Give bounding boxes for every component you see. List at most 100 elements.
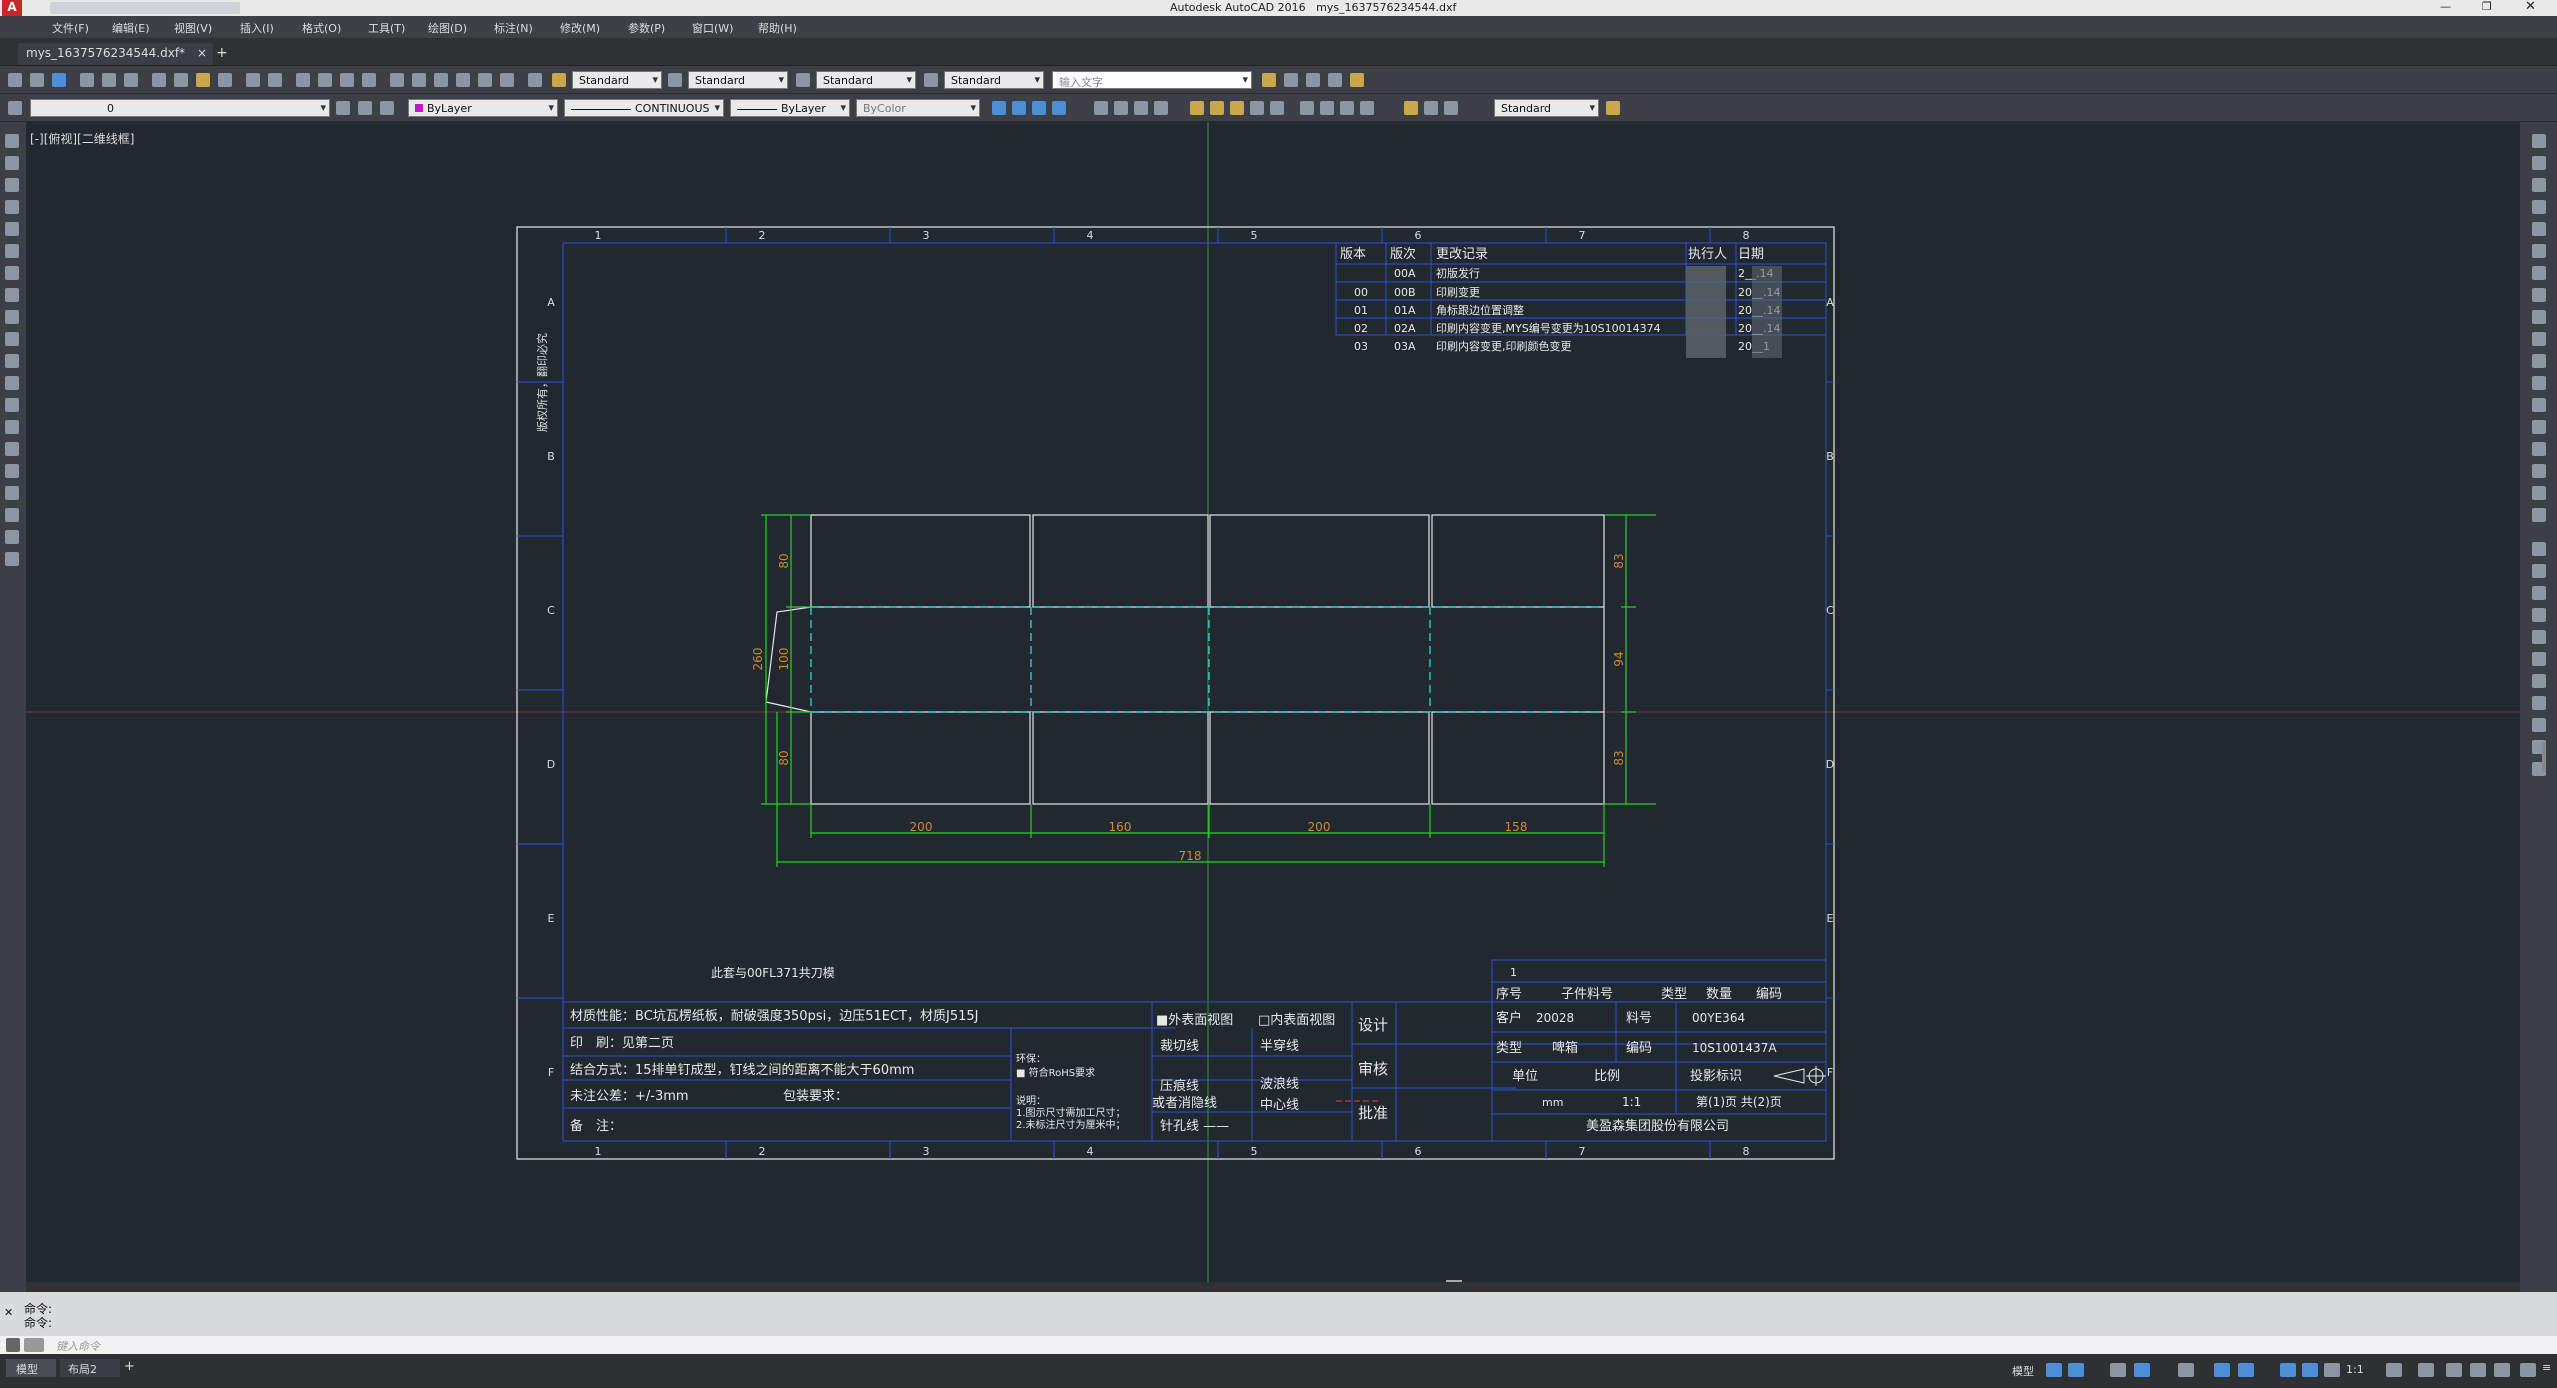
restore-icon[interactable]: ❐ <box>2482 0 2492 13</box>
chamfer-icon[interactable] <box>2532 442 2546 456</box>
dim-style-select[interactable]: Standard <box>688 71 788 89</box>
menu-tools[interactable]: 工具(T) <box>368 20 405 36</box>
snap-icon[interactable] <box>2068 1363 2084 1377</box>
close-icon[interactable]: ✕ <box>2525 0 2536 14</box>
new-icon[interactable] <box>8 73 22 87</box>
draworder-under-icon[interactable] <box>2532 608 2546 622</box>
construction-line-icon[interactable] <box>5 156 19 170</box>
mtext-icon[interactable] <box>5 530 19 544</box>
workspace-gear-icon[interactable] <box>2386 1363 2402 1377</box>
drawing-canvas[interactable]: 1 2 3 4 5 6 7 8 1 2 3 4 5 6 7 8 A B C D … <box>26 122 2520 1282</box>
text-front-icon[interactable] <box>2532 630 2546 644</box>
print-icon[interactable] <box>80 73 94 87</box>
command-input[interactable]: 键入命令 <box>56 1338 100 1354</box>
dim-radius-icon[interactable] <box>1094 101 1108 115</box>
annotation-scale-icon[interactable] <box>2324 1363 2340 1377</box>
dim-style-control[interactable]: Standard <box>1494 99 1599 117</box>
quick-properties-icon[interactable] <box>2470 1363 2486 1377</box>
scale-icon[interactable] <box>2532 288 2546 302</box>
draworder-back-icon[interactable] <box>2532 564 2546 578</box>
fillet-icon[interactable] <box>2532 464 2546 478</box>
layer-state-icon[interactable] <box>380 101 394 115</box>
dim-style-manager-icon[interactable] <box>1606 101 1620 115</box>
revision-cloud-icon[interactable] <box>5 288 19 302</box>
line-icon[interactable] <box>5 134 19 148</box>
isodraft-icon[interactable] <box>2178 1363 2194 1377</box>
tolerance-icon[interactable] <box>1300 101 1314 115</box>
dim-aligned-icon[interactable] <box>1012 101 1026 115</box>
move-icon[interactable] <box>2532 244 2546 258</box>
unlock-icon[interactable] <box>2532 696 2546 710</box>
pan-icon[interactable] <box>296 73 310 87</box>
table-icon[interactable] <box>5 508 19 522</box>
insert-block-icon[interactable] <box>5 376 19 390</box>
customize-menu-icon[interactable]: ≡ <box>2542 1361 2551 1374</box>
horizontal-scroll-handle[interactable] <box>1446 1280 1462 1282</box>
rectangle-icon[interactable] <box>5 222 19 236</box>
viewport-controls[interactable]: [-][俯视][二维线框] <box>30 130 134 147</box>
explode-icon[interactable] <box>2532 508 2546 522</box>
trim-icon[interactable] <box>2532 332 2546 346</box>
join-icon[interactable] <box>2532 420 2546 434</box>
polygon-icon[interactable] <box>5 200 19 214</box>
menu-view[interactable]: 视图(V) <box>174 20 212 36</box>
add-layout-icon[interactable]: + <box>124 1359 135 1374</box>
undo-icon[interactable] <box>246 73 260 87</box>
dim-arc-icon[interactable] <box>1032 101 1046 115</box>
erase-icon[interactable] <box>2532 134 2546 148</box>
hatch-back-icon[interactable] <box>2532 652 2546 666</box>
quick-dim-icon[interactable] <box>1190 101 1204 115</box>
dim-space-icon[interactable] <box>1250 101 1264 115</box>
break-at-point-icon[interactable] <box>2532 376 2546 390</box>
layer-select[interactable]: 0 <box>30 99 330 117</box>
isolate-objects-icon[interactable] <box>2494 1363 2510 1377</box>
tab-close-icon[interactable]: × <box>197 46 207 60</box>
menu-edit[interactable]: 编辑(E) <box>112 20 150 36</box>
paste-icon[interactable] <box>196 73 210 87</box>
break-icon[interactable] <box>2532 398 2546 412</box>
dim-break-icon[interactable] <box>1270 101 1284 115</box>
arc-icon[interactable] <box>5 244 19 258</box>
linetype-select[interactable]: CONTINUOUS <box>564 99 724 117</box>
minimize-icon[interactable]: — <box>2440 0 2451 13</box>
annotation-monitor-icon[interactable] <box>2418 1363 2434 1377</box>
ellipse-icon[interactable] <box>5 332 19 346</box>
make-block-icon[interactable] <box>5 398 19 412</box>
ortho-icon[interactable] <box>2110 1363 2126 1377</box>
dim-linear-icon[interactable] <box>992 101 1006 115</box>
layer-match-icon[interactable] <box>1350 73 1364 87</box>
dim-text-edit-icon[interactable] <box>1424 101 1438 115</box>
model-space-button[interactable]: 模型 <box>2012 1363 2034 1379</box>
polyline-icon[interactable] <box>5 178 19 192</box>
dim-diameter-icon[interactable] <box>1134 101 1148 115</box>
layer-previous-icon[interactable] <box>1284 73 1298 87</box>
annotation-visibility-icon[interactable] <box>2280 1363 2296 1377</box>
menu-help[interactable]: 帮助(H) <box>758 20 797 36</box>
zoom-realtime-icon[interactable] <box>318 73 332 87</box>
menu-draw[interactable]: 绘图(D) <box>428 20 467 36</box>
auto-scale-icon[interactable] <box>2302 1363 2318 1377</box>
dim-ordinate-icon[interactable] <box>1052 101 1066 115</box>
model-tab[interactable]: 模型 <box>6 1359 56 1377</box>
jogged-linear-icon[interactable] <box>1360 101 1374 115</box>
vertical-scrollbar[interactable] <box>2542 742 2546 772</box>
layer-properties-icon[interactable] <box>1262 73 1276 87</box>
copy-icon[interactable] <box>174 73 188 87</box>
gradient-icon[interactable] <box>5 464 19 478</box>
customize-icon[interactable] <box>6 1338 20 1352</box>
save-icon[interactable] <box>52 73 66 87</box>
hatch-icon[interactable] <box>5 442 19 456</box>
new-tab-icon[interactable]: + <box>216 45 228 61</box>
annotation-scale-value[interactable]: 1:1 <box>2346 1363 2364 1376</box>
dim-baseline-icon[interactable] <box>1210 101 1224 115</box>
match-properties-icon[interactable] <box>218 73 232 87</box>
quickcalc-icon[interactable] <box>500 73 514 87</box>
region-icon[interactable] <box>5 486 19 500</box>
layer-manager-icon[interactable] <box>8 101 22 115</box>
menu-format[interactable]: 格式(O) <box>302 20 341 36</box>
plot-preview-icon[interactable] <box>102 73 116 87</box>
blend-icon[interactable] <box>2532 486 2546 500</box>
make-current-icon[interactable] <box>336 101 350 115</box>
text-style-select[interactable]: Standard <box>572 71 662 89</box>
properties-icon[interactable] <box>390 73 404 87</box>
